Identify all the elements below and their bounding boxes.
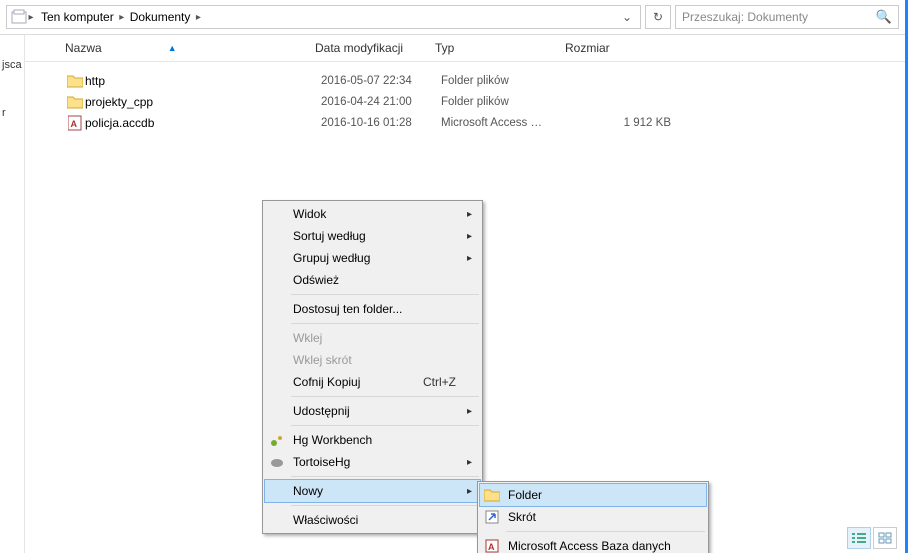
svg-text:A: A	[488, 542, 495, 552]
nav-sidebar: jsca r	[0, 35, 25, 553]
sub-skrot[interactable]: Skrót	[480, 506, 706, 528]
view-icons-button[interactable]	[873, 527, 897, 549]
file-type: Folder plików	[441, 75, 571, 87]
col-type[interactable]: Typ	[435, 41, 565, 55]
access-icon: A	[65, 115, 85, 131]
ctx-sortuj[interactable]: Sortuj według▸	[265, 225, 480, 247]
refresh-icon: ↻	[653, 10, 663, 24]
breadcrumb[interactable]: ▸ Ten komputer ▸ Dokumenty ▸ ⌄	[6, 5, 641, 29]
chevron-right-icon: ▸	[467, 231, 472, 242]
separator	[506, 531, 705, 532]
chevron-right-icon[interactable]: ▸	[118, 12, 126, 23]
file-date: 2016-05-07 22:34	[321, 75, 441, 87]
separator	[291, 505, 479, 506]
table-row[interactable]: Apolicja.accdb2016-10-16 01:28Microsoft …	[65, 112, 905, 133]
sidebar-item[interactable]: jsca	[0, 55, 24, 75]
context-submenu-nowy: Folder Skrót A Microsoft Access Baza dan…	[477, 481, 709, 553]
address-dropdown-icon[interactable]: ⌄	[618, 10, 636, 24]
ctx-thg[interactable]: TortoiseHg▸	[265, 451, 480, 473]
address-bar: ▸ Ten komputer ▸ Dokumenty ▸ ⌄ ↻ Przeszu…	[0, 0, 905, 35]
file-size: 1 912 KB	[571, 117, 689, 129]
hg-icon	[269, 432, 285, 448]
folder-icon	[65, 95, 85, 109]
column-headers: Nazwa ▲ Data modyfikacji Typ Rozmiar	[25, 35, 905, 62]
search-input[interactable]: Przeszukaj: Dokumenty 🔍	[675, 5, 899, 29]
sort-asc-icon: ▲	[168, 43, 177, 53]
sidebar-item[interactable]: r	[0, 103, 24, 123]
tortoise-icon	[269, 454, 285, 470]
sub-access[interactable]: A Microsoft Access Baza danych	[480, 535, 706, 553]
ctx-hgwb[interactable]: Hg Workbench	[265, 429, 480, 451]
chevron-right-icon[interactable]: ▸	[27, 12, 35, 23]
shortcut-icon	[484, 509, 500, 525]
ctx-grupuj[interactable]: Grupuj według▸	[265, 247, 480, 269]
ctx-cofnij[interactable]: Cofnij KopiujCtrl+Z	[265, 371, 480, 393]
file-date: 2016-04-24 21:00	[321, 96, 441, 108]
chevron-right-icon: ▸	[467, 486, 472, 497]
status-bar	[847, 527, 897, 549]
svg-text:A: A	[71, 119, 78, 129]
file-type: Folder plików	[441, 96, 571, 108]
separator	[291, 323, 479, 324]
chevron-right-icon: ▸	[467, 209, 472, 220]
file-name: http	[85, 74, 321, 88]
separator	[291, 294, 479, 295]
ctx-widok[interactable]: Widok▸	[265, 203, 480, 225]
col-size[interactable]: Rozmiar	[565, 41, 665, 55]
separator	[291, 396, 479, 397]
chevron-right-icon: ▸	[467, 406, 472, 417]
ctx-wklej: Wklej	[265, 327, 480, 349]
col-date[interactable]: Data modyfikacji	[315, 41, 435, 55]
sub-folder[interactable]: Folder	[479, 483, 707, 507]
chevron-right-icon[interactable]: ▸	[194, 12, 202, 23]
search-icon: 🔍	[876, 9, 892, 25]
view-details-button[interactable]	[847, 527, 871, 549]
ctx-wklejskrot: Wklej skrót	[265, 349, 480, 371]
separator	[291, 425, 479, 426]
col-name[interactable]: Nazwa ▲	[65, 41, 315, 55]
shortcut: Ctrl+Z	[423, 375, 456, 389]
folder-doc-icon	[11, 9, 27, 25]
table-row[interactable]: http2016-05-07 22:34Folder plików	[65, 70, 905, 91]
file-date: 2016-10-16 01:28	[321, 117, 441, 129]
crumb-current[interactable]: Dokumenty	[128, 10, 193, 24]
details-icon	[852, 532, 866, 544]
ctx-wlasc[interactable]: Właściwości	[265, 509, 480, 531]
separator	[291, 476, 479, 477]
crumb-root[interactable]: Ten komputer	[39, 10, 116, 24]
chevron-right-icon: ▸	[467, 253, 472, 264]
file-list: http2016-05-07 22:34Folder plikówprojekt…	[25, 62, 905, 133]
access-icon: A	[484, 538, 500, 553]
ctx-dostosuj[interactable]: Dostosuj ten folder...	[265, 298, 480, 320]
ctx-nowy[interactable]: Nowy▸	[264, 479, 481, 503]
ctx-odswiez[interactable]: Odśwież	[265, 269, 480, 291]
ctx-udostepnij[interactable]: Udostępnij▸	[265, 400, 480, 422]
file-name: policja.accdb	[85, 116, 321, 130]
chevron-right-icon: ▸	[467, 457, 472, 468]
table-row[interactable]: projekty_cpp2016-04-24 21:00Folder plikó…	[65, 91, 905, 112]
folder-icon	[484, 487, 500, 503]
folder-icon	[65, 74, 85, 88]
file-name: projekty_cpp	[85, 95, 321, 109]
file-type: Microsoft Access …	[441, 117, 571, 129]
large-icons-icon	[878, 532, 892, 544]
refresh-button[interactable]: ↻	[645, 5, 671, 29]
context-menu: Widok▸ Sortuj według▸ Grupuj według▸ Odś…	[262, 200, 483, 534]
search-placeholder: Przeszukaj: Dokumenty	[682, 10, 808, 24]
